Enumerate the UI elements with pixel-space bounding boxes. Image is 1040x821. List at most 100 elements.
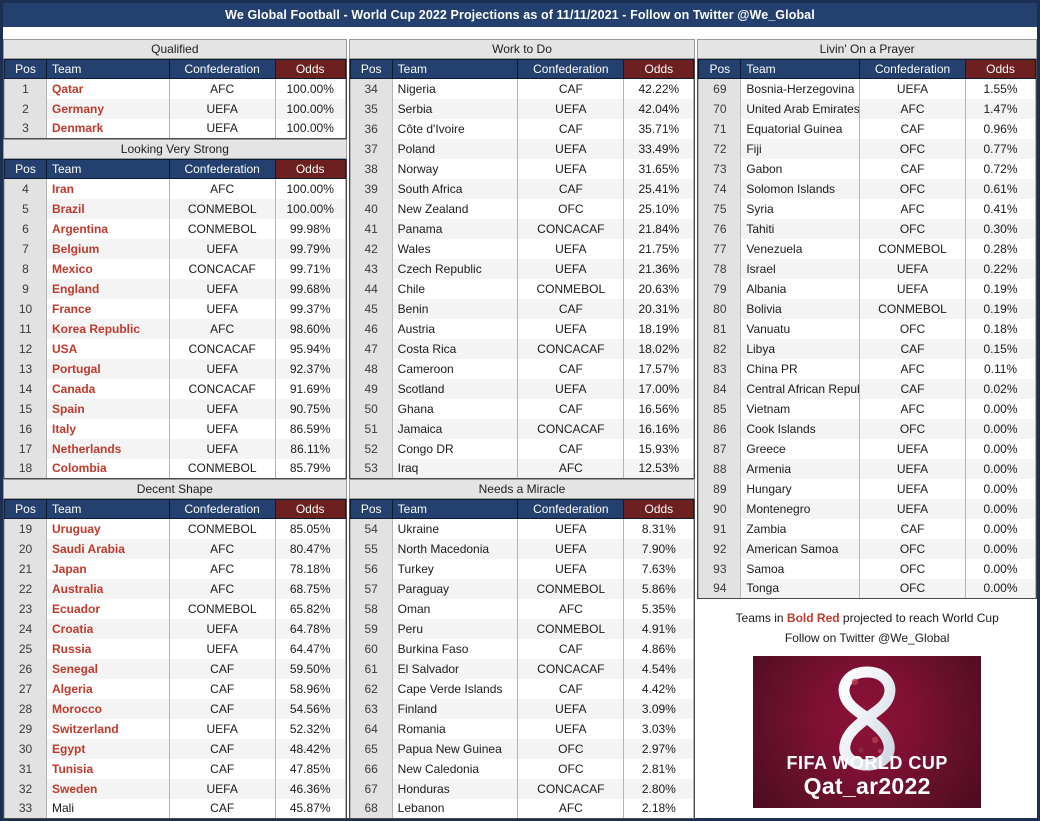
table-row[interactable]: 40 New Zealand OFC 25.10% <box>349 198 695 219</box>
table-row[interactable]: 12 USA CONCACAF 95.94% <box>4 338 346 359</box>
table-row[interactable]: 61 El Salvador CONCACAF 4.54% <box>349 658 695 679</box>
table-row[interactable]: 1 Qatar AFC 100.00% <box>4 78 346 99</box>
table-row[interactable]: 34 Nigeria CAF 42.22% <box>349 78 695 99</box>
table-row[interactable]: 67 Honduras CONCACAF 2.80% <box>349 778 695 799</box>
table-row[interactable]: 17 Netherlands UEFA 86.11% <box>4 438 346 459</box>
table-row[interactable]: 32 Sweden UEFA 46.36% <box>4 778 346 799</box>
table-row[interactable]: 59 Peru CONMEBOL 4.91% <box>349 618 695 639</box>
table-row[interactable]: 64 Romania UEFA 3.03% <box>349 718 695 739</box>
table-row[interactable]: 79 Albania UEFA 0.19% <box>698 278 1037 299</box>
table-row[interactable]: 16 Italy UEFA 86.59% <box>4 418 346 439</box>
table-row[interactable]: 15 Spain UEFA 90.75% <box>4 398 346 419</box>
table-row[interactable]: 87 Greece UEFA 0.00% <box>698 438 1037 459</box>
table-row[interactable]: 58 Oman AFC 5.35% <box>349 598 695 619</box>
table-row[interactable]: 93 Samoa OFC 0.00% <box>698 558 1037 579</box>
column-header-odds[interactable]: Odds <box>274 499 346 519</box>
column-header-confederation[interactable]: Confederation <box>517 499 625 519</box>
table-row[interactable]: 44 Chile CONMEBOL 20.63% <box>349 278 695 299</box>
table-row[interactable]: 43 Czech Republic UEFA 21.36% <box>349 258 695 279</box>
table-row[interactable]: 23 Ecuador CONMEBOL 65.82% <box>4 598 346 619</box>
table-row[interactable]: 69 Bosnia-Herzegovina UEFA 1.55% <box>698 78 1037 99</box>
table-row[interactable]: 48 Cameroon CAF 17.57% <box>349 358 695 379</box>
column-header-confederation[interactable]: Confederation <box>168 59 276 79</box>
column-header-confederation[interactable]: Confederation <box>168 159 276 179</box>
table-row[interactable]: 56 Turkey UEFA 7.63% <box>349 558 695 579</box>
table-row[interactable]: 83 China PR AFC 0.11% <box>698 358 1037 379</box>
table-row[interactable]: 73 Gabon CAF 0.72% <box>698 158 1037 179</box>
table-row[interactable]: 45 Benin CAF 20.31% <box>349 298 695 319</box>
table-row[interactable]: 3 Denmark UEFA 100.00% <box>4 118 346 139</box>
table-row[interactable]: 85 Vietnam AFC 0.00% <box>698 398 1037 419</box>
table-row[interactable]: 24 Croatia UEFA 64.78% <box>4 618 346 639</box>
table-row[interactable]: 78 Israel UEFA 0.22% <box>698 258 1037 279</box>
table-row[interactable]: 91 Zambia CAF 0.00% <box>698 518 1037 539</box>
column-header-pos[interactable]: Pos <box>4 499 47 519</box>
table-row[interactable]: 86 Cook Islands OFC 0.00% <box>698 418 1037 439</box>
column-header-pos[interactable]: Pos <box>349 59 393 79</box>
table-row[interactable]: 11 Korea Republic AFC 98.60% <box>4 318 346 339</box>
table-row[interactable]: 84Central African RepublicCAF0.02% <box>698 378 1037 399</box>
table-row[interactable]: 42 Wales UEFA 21.75% <box>349 238 695 259</box>
column-header-team[interactable]: Team <box>46 59 170 79</box>
table-row[interactable]: 94 Tonga OFC 0.00% <box>698 578 1037 599</box>
table-row[interactable]: 55 North Macedonia UEFA 7.90% <box>349 538 695 559</box>
table-row[interactable]: 36 Côte d'Ivoire CAF 35.71% <box>349 118 695 139</box>
table-row[interactable]: 29 Switzerland UEFA 52.32% <box>4 718 346 739</box>
table-row[interactable]: 76 Tahiti OFC 0.30% <box>698 218 1037 239</box>
table-row[interactable]: 2 Germany UEFA 100.00% <box>4 98 346 119</box>
table-row[interactable]: 35 Serbia UEFA 42.04% <box>349 98 695 119</box>
table-row[interactable]: 54 Ukraine UEFA 8.31% <box>349 518 695 539</box>
column-header-odds[interactable]: Odds <box>623 499 695 519</box>
table-row[interactable]: 90 Montenegro UEFA 0.00% <box>698 498 1037 519</box>
column-header-pos[interactable]: Pos <box>698 59 742 79</box>
table-row[interactable]: 92 American Samoa OFC 0.00% <box>698 538 1037 559</box>
table-row[interactable]: 25 Russia UEFA 64.47% <box>4 638 346 659</box>
table-row[interactable]: 75 Syria AFC 0.41% <box>698 198 1037 219</box>
column-header-team[interactable]: Team <box>391 59 519 79</box>
column-header-confederation[interactable]: Confederation <box>168 499 276 519</box>
table-row[interactable]: 26 Senegal CAF 59.50% <box>4 658 346 679</box>
table-row[interactable]: 46 Austria UEFA 18.19% <box>349 318 695 339</box>
table-row[interactable]: 80 Bolivia CONMEBOL 0.19% <box>698 298 1037 319</box>
table-row[interactable]: 62 Cape Verde Islands CAF 4.42% <box>349 678 695 699</box>
column-header-odds[interactable]: Odds <box>274 59 346 79</box>
table-row[interactable]: 51 Jamaica CONCACAF 16.16% <box>349 418 695 439</box>
table-row[interactable]: 49 Scotland UEFA 17.00% <box>349 378 695 399</box>
table-row[interactable]: 68 Lebanon AFC 2.18% <box>349 798 695 819</box>
table-row[interactable]: 18 Colombia CONMEBOL 85.79% <box>4 458 346 479</box>
table-row[interactable]: 19 Uruguay CONMEBOL 85.05% <box>4 518 346 539</box>
table-row[interactable]: 14 Canada CONCACAF 91.69% <box>4 378 346 399</box>
table-row[interactable]: 7 Belgium UEFA 99.79% <box>4 238 346 259</box>
table-row[interactable]: 65 Papua New Guinea OFC 2.97% <box>349 738 695 759</box>
column-header-pos[interactable]: Pos <box>349 499 393 519</box>
table-row[interactable]: 82 Libya CAF 0.15% <box>698 338 1037 359</box>
table-row[interactable]: 21 Japan AFC 78.18% <box>4 558 346 579</box>
table-row[interactable]: 70 United Arab Emirates AFC 1.47% <box>698 98 1037 119</box>
column-header-pos[interactable]: Pos <box>4 59 47 79</box>
column-header-odds[interactable]: Odds <box>965 59 1037 79</box>
table-row[interactable]: 74 Solomon Islands OFC 0.61% <box>698 178 1037 199</box>
table-row[interactable]: 57 Paraguay CONMEBOL 5.86% <box>349 578 695 599</box>
column-header-team[interactable]: Team <box>740 59 861 79</box>
table-row[interactable]: 30 Egypt CAF 48.42% <box>4 738 346 759</box>
table-row[interactable]: 88 Armenia UEFA 0.00% <box>698 458 1037 479</box>
table-row[interactable]: 81 Vanuatu OFC 0.18% <box>698 318 1037 339</box>
table-row[interactable]: 41 Panama CONCACAF 21.84% <box>349 218 695 239</box>
table-row[interactable]: 27 Algeria CAF 58.96% <box>4 678 346 699</box>
table-row[interactable]: 52 Congo DR CAF 15.93% <box>349 438 695 459</box>
table-row[interactable]: 28 Morocco CAF 54.56% <box>4 698 346 719</box>
table-row[interactable]: 37 Poland UEFA 33.49% <box>349 138 695 159</box>
table-row[interactable]: 50 Ghana CAF 16.56% <box>349 398 695 419</box>
table-row[interactable]: 4 Iran AFC 100.00% <box>4 178 346 199</box>
column-header-pos[interactable]: Pos <box>4 159 47 179</box>
column-header-confederation[interactable]: Confederation <box>517 59 625 79</box>
column-header-odds[interactable]: Odds <box>274 159 346 179</box>
table-row[interactable]: 60 Burkina Faso CAF 4.86% <box>349 638 695 659</box>
column-header-odds[interactable]: Odds <box>623 59 695 79</box>
table-row[interactable]: 6 Argentina CONMEBOL 99.98% <box>4 218 346 239</box>
table-row[interactable]: 72 Fiji OFC 0.77% <box>698 138 1037 159</box>
table-row[interactable]: 89 Hungary UEFA 0.00% <box>698 478 1037 499</box>
table-row[interactable]: 71 Equatorial Guinea CAF 0.96% <box>698 118 1037 139</box>
table-row[interactable]: 38 Norway UEFA 31.65% <box>349 158 695 179</box>
table-row[interactable]: 8 Mexico CONCACAF 99.71% <box>4 258 346 279</box>
